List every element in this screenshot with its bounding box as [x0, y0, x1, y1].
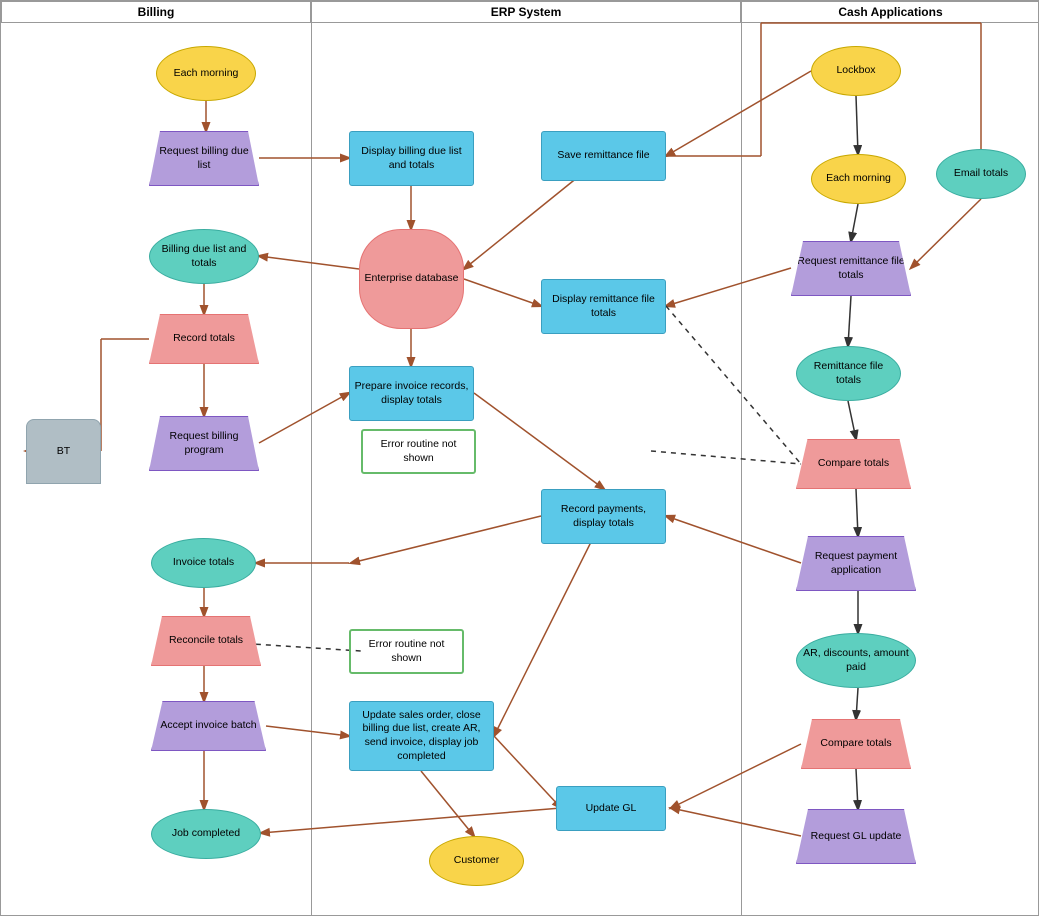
- request-remittance-totals: Request remittance file totals: [791, 241, 911, 296]
- request-payment-application: Request payment application: [796, 536, 916, 591]
- bt-shape: BT: [26, 419, 101, 484]
- each-morning-billing: Each morning: [156, 46, 256, 101]
- job-completed: Job completed: [151, 809, 261, 859]
- reconcile-totals: Reconcile totals: [151, 616, 261, 666]
- email-totals: Email totals: [936, 149, 1026, 199]
- save-remittance-file: Save remittance file: [541, 131, 666, 181]
- compare-totals-1: Compare totals: [796, 439, 911, 489]
- request-gl-update: Request GL update: [796, 809, 916, 864]
- display-remittance-totals: Display remittance file totals: [541, 279, 666, 334]
- request-billing-due-list: Request billing due list: [149, 131, 259, 186]
- col-header-billing: Billing: [1, 1, 311, 23]
- col-divider-2: [741, 1, 742, 915]
- error-routine-erp: Error routine not shown: [361, 429, 476, 474]
- ar-discounts: AR, discounts, amount paid: [796, 633, 916, 688]
- compare-totals-2: Compare totals: [801, 719, 911, 769]
- prepare-invoice-records: Prepare invoice records, display totals: [349, 366, 474, 421]
- update-sales-order: Update sales order, close billing due li…: [349, 701, 494, 771]
- remittance-file-totals: Remittance file totals: [796, 346, 901, 401]
- each-morning-cash: Each morning: [811, 154, 906, 204]
- billing-due-list-totals: Billing due list and totals: [149, 229, 259, 284]
- diagram-container: Billing ERP System Cash Applications: [0, 0, 1039, 916]
- col-header-erp: ERP System: [311, 1, 741, 23]
- enterprise-database: Enterprise database: [359, 229, 464, 329]
- lockbox: Lockbox: [811, 46, 901, 96]
- accept-invoice-batch: Accept invoice batch: [151, 701, 266, 751]
- record-payments: Record payments, display totals: [541, 489, 666, 544]
- request-billing-program: Request billing program: [149, 416, 259, 471]
- error-routine-billing: Error routine not shown: [349, 629, 464, 674]
- col-header-cash: Cash Applications: [741, 1, 1039, 23]
- update-gl: Update GL: [556, 786, 666, 831]
- invoice-totals: Invoice totals: [151, 538, 256, 588]
- record-totals-billing: Record totals: [149, 314, 259, 364]
- col-divider-1: [311, 1, 312, 915]
- customer: Customer: [429, 836, 524, 886]
- display-billing-due-list: Display billing due list and totals: [349, 131, 474, 186]
